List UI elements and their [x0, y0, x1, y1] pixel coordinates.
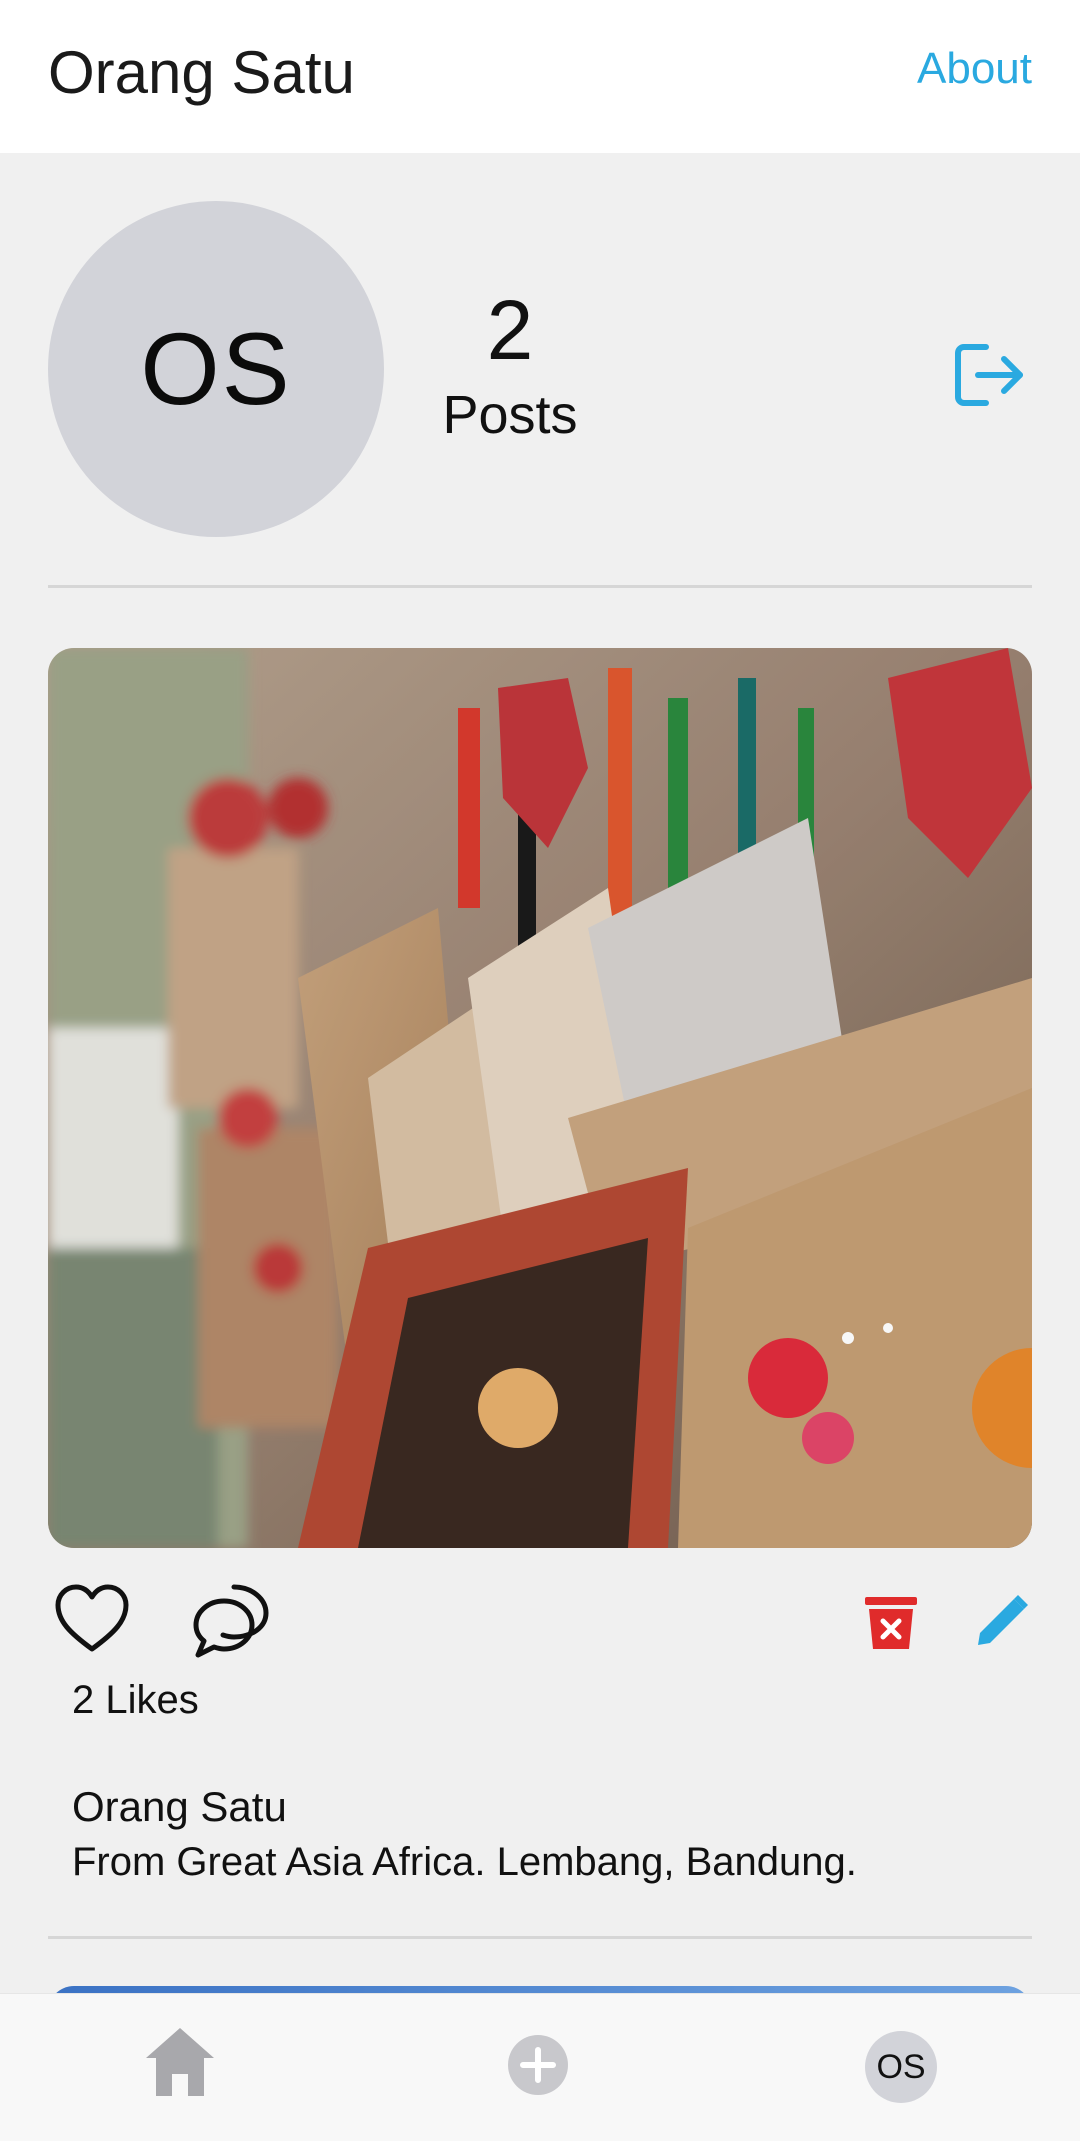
profile-section: OS 2 Posts — [0, 153, 1080, 587]
divider — [48, 1936, 1032, 1939]
like-button[interactable] — [54, 1583, 130, 1660]
pencil-icon — [978, 1595, 1028, 1645]
comment-icon — [193, 1584, 269, 1658]
likes-count: 2 Likes — [72, 1678, 199, 1722]
add-icon — [508, 2035, 568, 2095]
heart-icon — [55, 1584, 129, 1652]
nav-add[interactable] — [507, 2034, 569, 2101]
nav-home[interactable] — [140, 2022, 220, 2107]
post-actions — [48, 1575, 1032, 1665]
edit-button[interactable] — [974, 1593, 1030, 1654]
divider — [48, 585, 1032, 588]
comment-button[interactable] — [188, 1579, 272, 1668]
posts-stat: 2 Posts — [420, 288, 600, 446]
profile-avatar: OS — [48, 201, 384, 537]
post-caption: From Great Asia Africa. Lembang, Bandung… — [72, 1840, 857, 1884]
home-icon — [146, 2028, 214, 2096]
about-link[interactable]: About — [917, 44, 1032, 94]
posts-count: 2 — [486, 283, 534, 377]
page-title: Orang Satu — [48, 39, 355, 106]
nav-profile[interactable]: OS — [865, 2031, 937, 2103]
delete-button[interactable] — [863, 1595, 919, 1656]
post-image[interactable] — [48, 648, 1032, 1548]
post-author: Orang Satu — [72, 1783, 287, 1830]
posts-label: Posts — [442, 385, 578, 445]
logout-button[interactable] — [948, 335, 1028, 415]
app-header: Orang Satu About — [0, 0, 1080, 153]
photo-ema-wooden-plaques — [48, 648, 1032, 1548]
bottom-nav: OS — [0, 1993, 1080, 2141]
logout-icon — [955, 344, 1023, 406]
trash-icon — [865, 1597, 917, 1649]
